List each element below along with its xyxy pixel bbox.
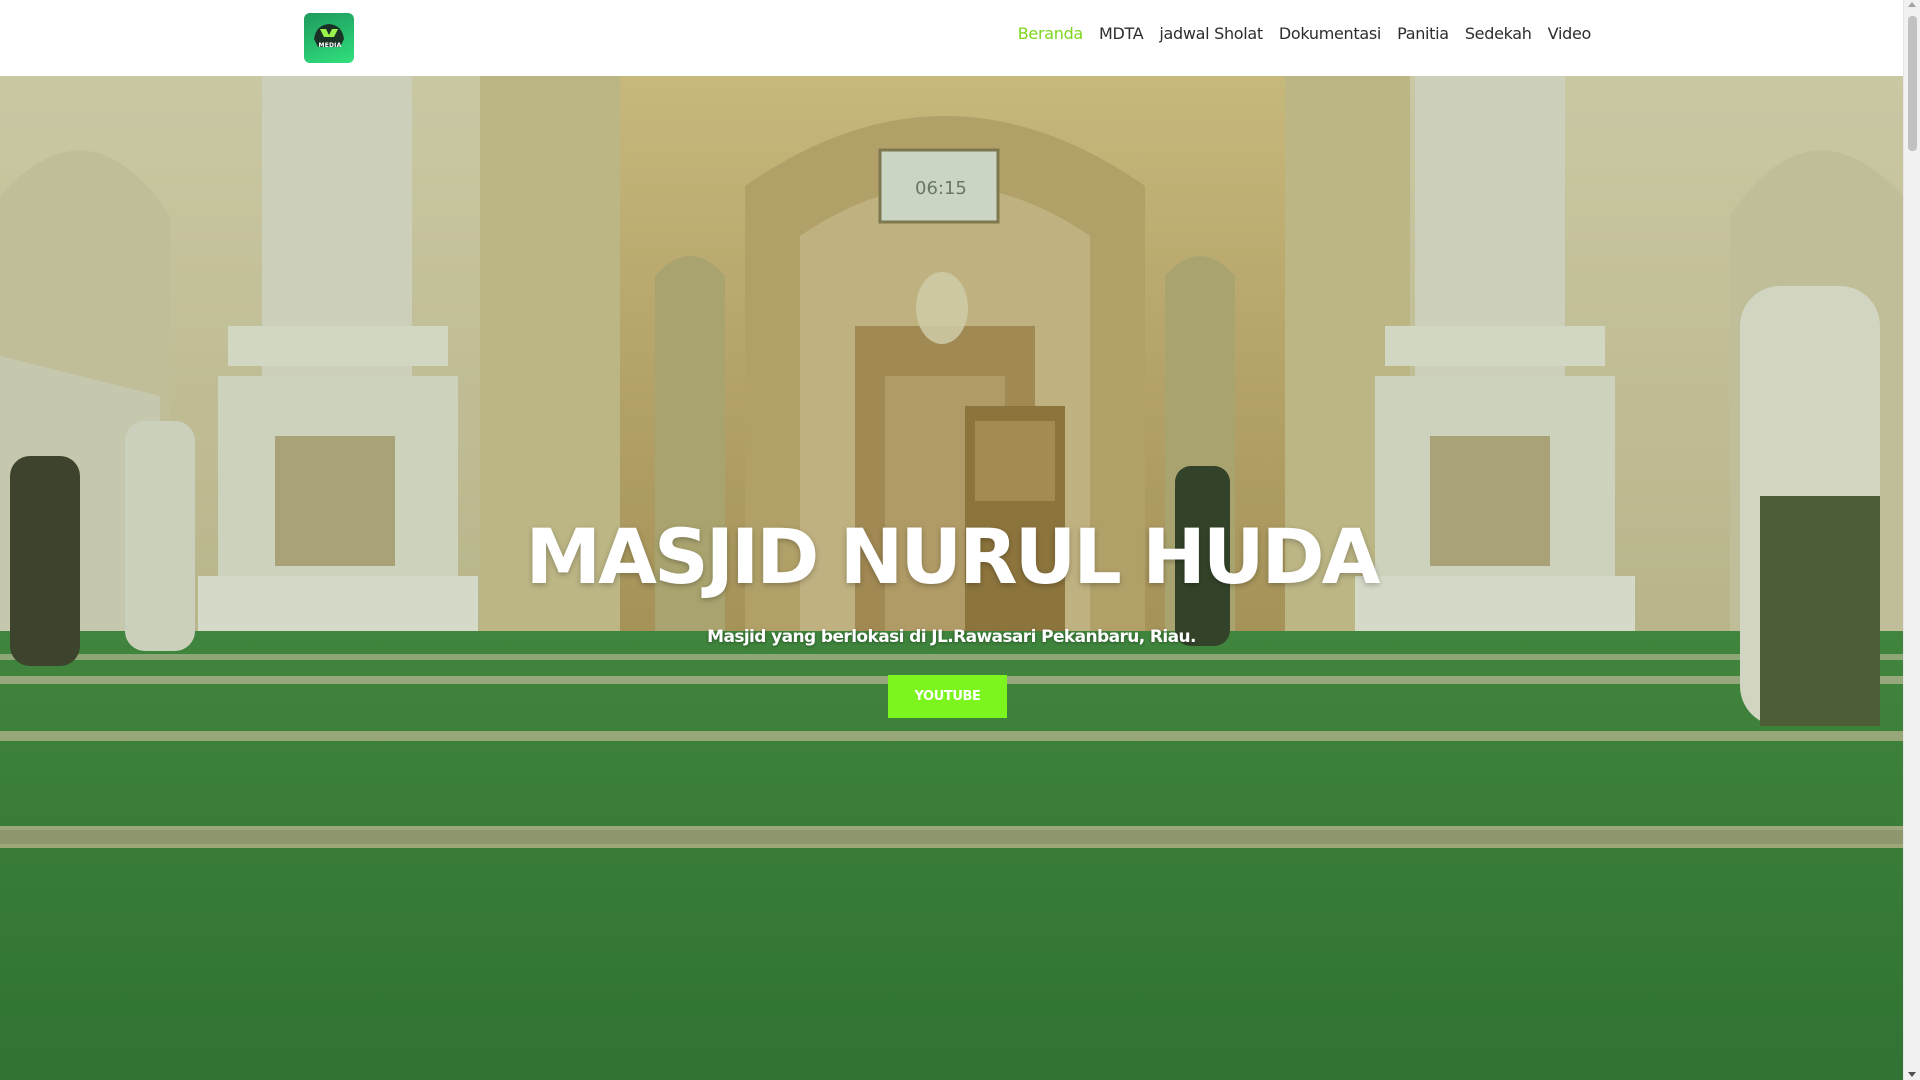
hero-section: 06:15 MASJID NURUL HUDA Masjid yang berl… — [0, 76, 1903, 1080]
scroll-thumb[interactable] — [1908, 16, 1917, 151]
youtube-button[interactable]: YOUTUBE — [888, 675, 1007, 718]
logo-text: MEDIA — [318, 42, 342, 49]
main-nav: Beranda MDTA jadwal Sholat Dokumentasi P… — [1018, 24, 1592, 43]
page-scrollbar[interactable] — [1903, 0, 1920, 1080]
nav-dokumentasi[interactable]: Dokumentasi — [1279, 24, 1381, 43]
hero-subtitle: Masjid yang berlokasi di JL.Rawasari Pek… — [707, 627, 1196, 647]
hero-title: MASJID NURUL HUDA — [525, 512, 1381, 601]
nav-panitia[interactable]: Panitia — [1397, 24, 1449, 43]
site-header: MEDIA Beranda MDTA jadwal Sholat Dokumen… — [0, 0, 1903, 76]
nav-sedekah[interactable]: Sedekah — [1465, 24, 1532, 43]
nav-jadwal-sholat[interactable]: jadwal Sholat — [1159, 24, 1263, 43]
nav-mdta[interactable]: MDTA — [1099, 24, 1144, 43]
scroll-up-arrow-icon[interactable] — [1908, 2, 1916, 7]
media-logo-icon — [314, 24, 344, 47]
page: MEDIA Beranda MDTA jadwal Sholat Dokumen… — [0, 0, 1920, 1080]
scroll-down-arrow-icon[interactable] — [1908, 1072, 1916, 1077]
nav-beranda[interactable]: Beranda — [1018, 24, 1084, 43]
nav-video[interactable]: Video — [1548, 24, 1592, 43]
site-logo[interactable]: MEDIA — [304, 13, 354, 63]
